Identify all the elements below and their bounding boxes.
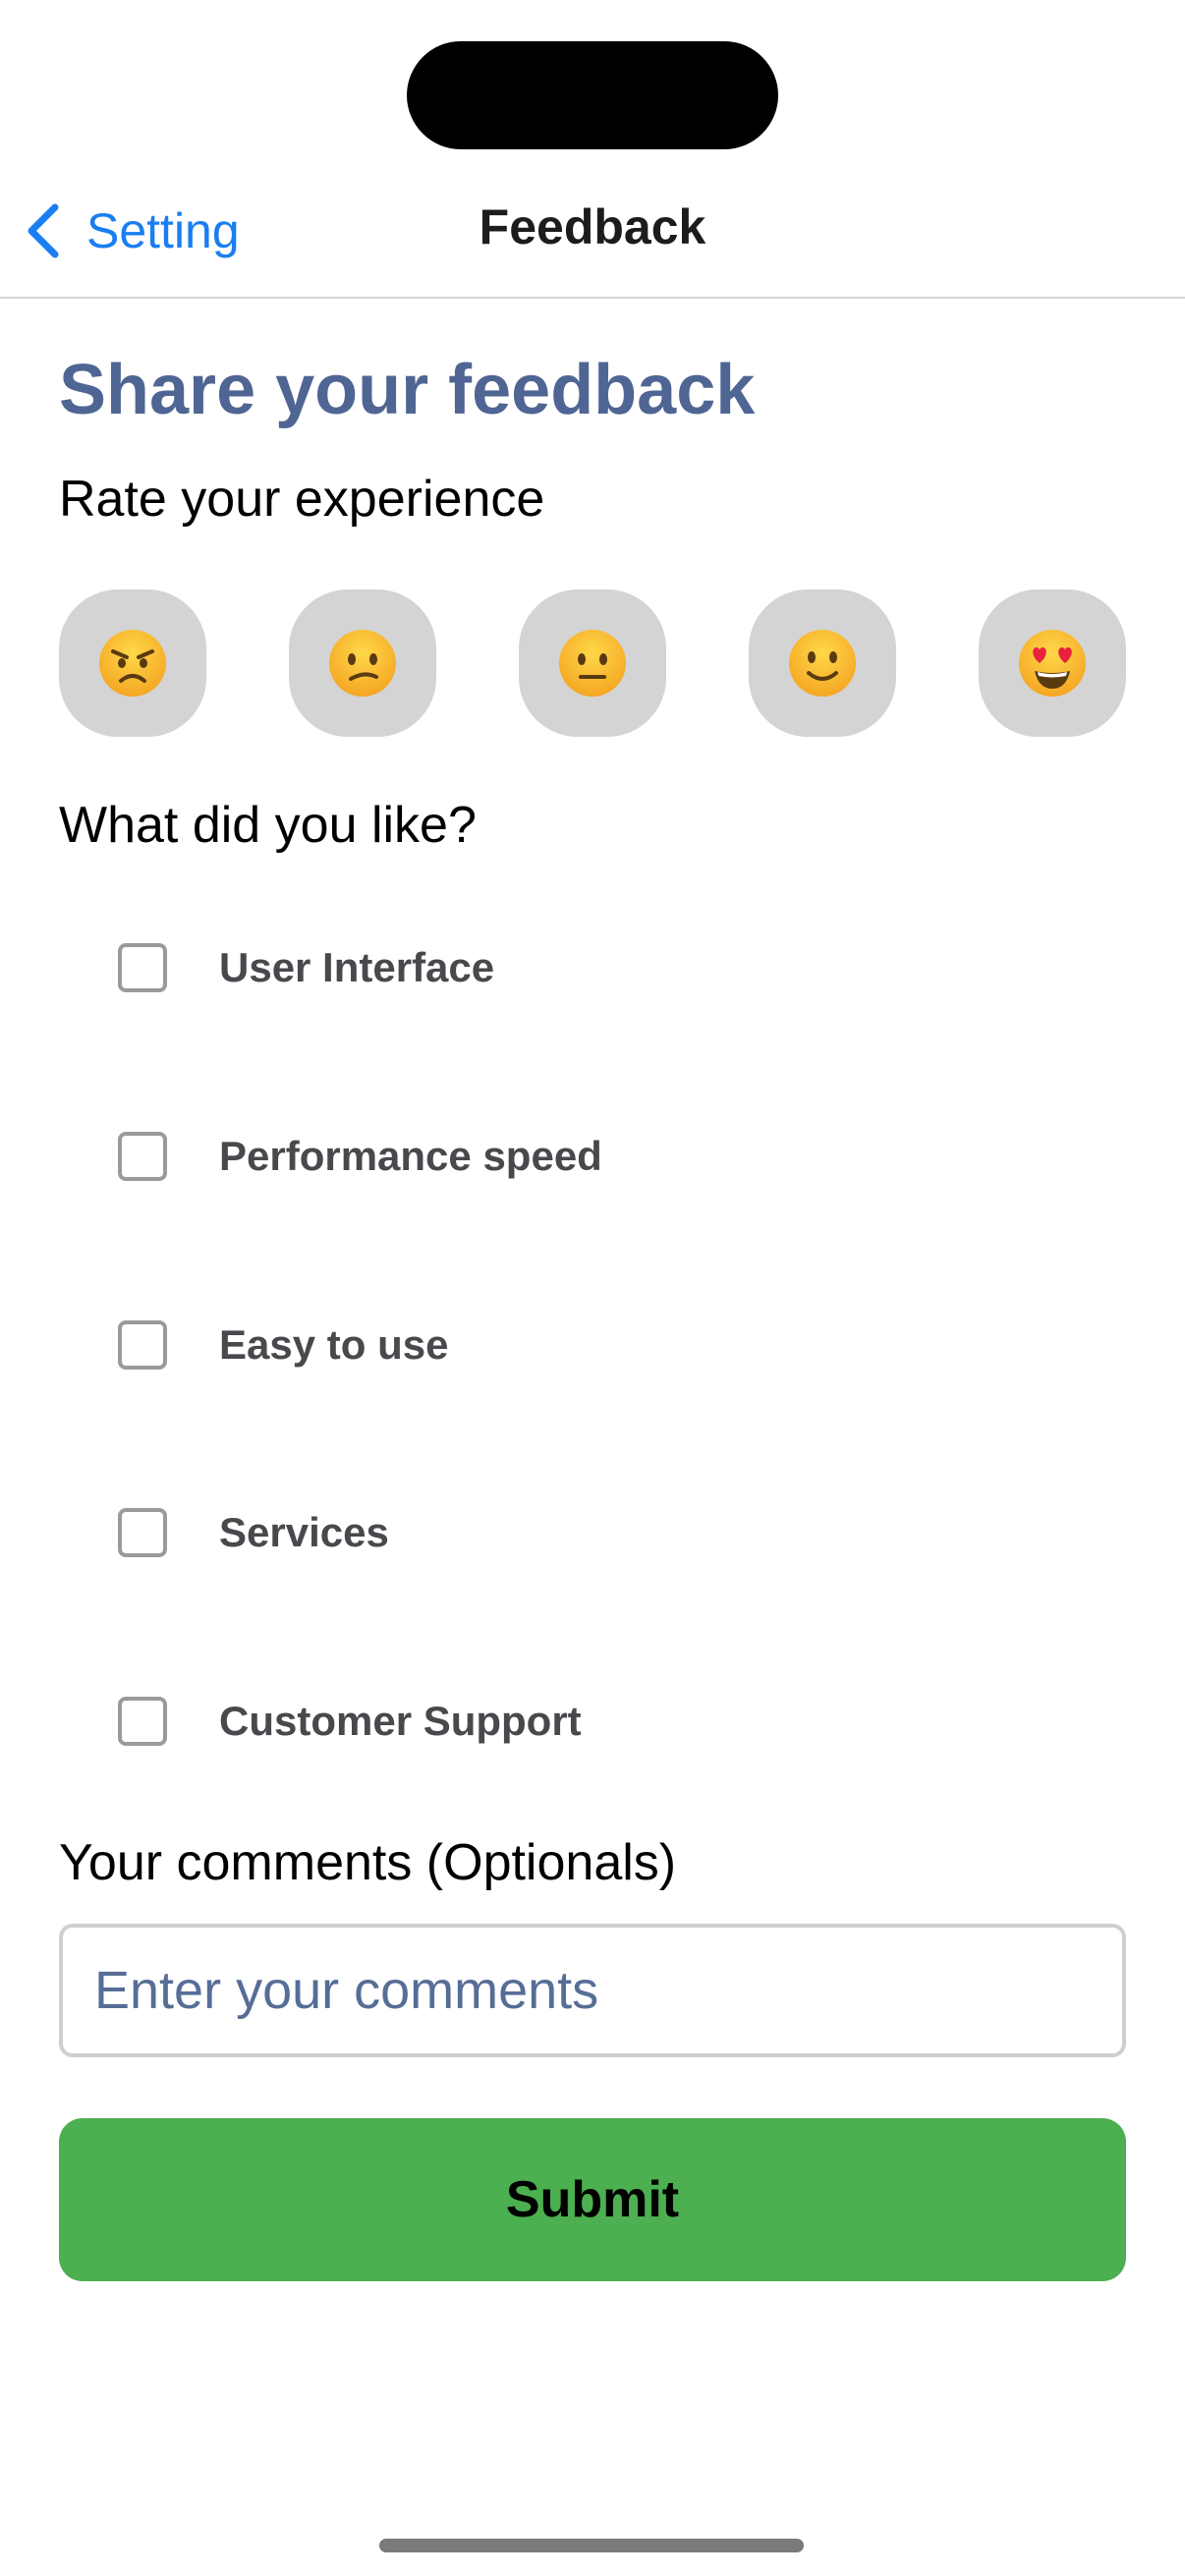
checkbox[interactable] — [118, 1320, 167, 1370]
form-heading: Share your feedback — [59, 351, 756, 429]
neutral-face-icon — [559, 630, 626, 697]
comments-input[interactable] — [59, 1924, 1126, 2057]
checkbox[interactable] — [118, 1132, 167, 1181]
checkbox[interactable] — [118, 943, 167, 992]
rating-label: Rate your experience — [59, 471, 545, 528]
comments-label: Your comments (Optionals) — [59, 1834, 677, 1891]
rating-button-3[interactable] — [519, 589, 666, 737]
option-label: Services — [219, 1509, 389, 1555]
dynamic-island — [407, 41, 778, 149]
slightly-smiling-face-icon — [789, 630, 856, 697]
checkbox[interactable] — [118, 1697, 167, 1746]
page-title: Feedback — [479, 199, 706, 254]
option-label: Customer Support — [219, 1698, 582, 1744]
option-user-interface[interactable]: User Interface — [118, 938, 494, 997]
rating-button-2[interactable] — [289, 589, 436, 737]
heart-eyes-face-icon — [1019, 630, 1086, 697]
angry-face-icon — [99, 630, 166, 697]
navigation-bar: Setting Feedback — [0, 167, 1185, 299]
rating-button-5[interactable] — [979, 589, 1126, 737]
feedback-screen: Setting Feedback Share your feedback Rat… — [0, 0, 1185, 2576]
option-services[interactable]: Services — [118, 1503, 389, 1562]
rating-row — [59, 589, 1126, 737]
option-easy-to-use[interactable]: Easy to use — [118, 1316, 448, 1374]
likes-label: What did you like? — [59, 797, 477, 854]
confused-face-icon — [329, 630, 396, 697]
checkbox[interactable] — [118, 1508, 167, 1557]
option-performance-speed[interactable]: Performance speed — [118, 1127, 602, 1186]
option-label: Performance speed — [219, 1133, 602, 1179]
home-indicator — [379, 2539, 804, 2552]
option-label: Easy to use — [219, 1321, 449, 1368]
rating-button-4[interactable] — [749, 589, 896, 737]
rating-button-1[interactable] — [59, 589, 206, 737]
submit-button[interactable]: Submit — [59, 2118, 1126, 2281]
option-customer-support[interactable]: Customer Support — [118, 1692, 582, 1751]
option-label: User Interface — [219, 944, 495, 990]
